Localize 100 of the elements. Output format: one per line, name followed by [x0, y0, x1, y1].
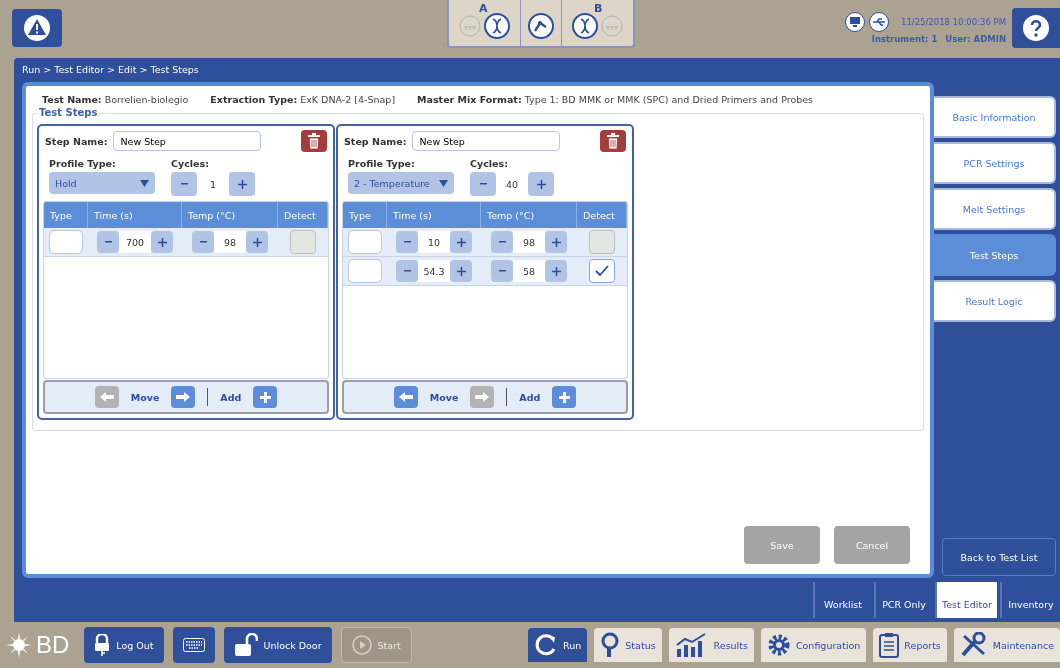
- decrement-button[interactable]: [97, 231, 119, 253]
- unlock-button[interactable]: Unlock Door: [223, 627, 332, 663]
- step-name-field[interactable]: New Step: [113, 131, 262, 151]
- move-label: Move: [429, 391, 459, 403]
- run-nav-button[interactable]: Run: [528, 628, 588, 662]
- section-title: Test Steps: [37, 107, 100, 118]
- help-icon: [1022, 13, 1050, 42]
- maintenance-nav-button[interactable]: Maintenance: [953, 628, 1060, 662]
- heater-icon: [601, 15, 623, 37]
- temp-field[interactable]: 58: [513, 260, 545, 282]
- time-field[interactable]: 10: [418, 231, 450, 253]
- right-arrow-icon: [176, 392, 191, 402]
- right-arrow-icon: [475, 392, 490, 402]
- increment-button[interactable]: [246, 231, 268, 253]
- delete-button[interactable]: [600, 130, 626, 152]
- decrement-button[interactable]: [470, 172, 496, 196]
- cycles-label: Cycles:: [470, 158, 509, 169]
- alert-button[interactable]: [12, 8, 62, 47]
- side-tab[interactable]: Result Logic: [934, 280, 1056, 322]
- temp-field[interactable]: 98: [214, 231, 246, 253]
- caret-icon: [439, 179, 448, 187]
- test-info: Test Name: Borrelien-biolegio: [42, 94, 189, 105]
- reports-nav-button[interactable]: Reports: [873, 628, 947, 662]
- side-tab[interactable]: Basic Information: [934, 96, 1056, 138]
- plus-icon: [536, 179, 546, 189]
- detect-checkbox[interactable]: [290, 230, 316, 254]
- detect-checkbox[interactable]: [589, 230, 615, 254]
- configuration-nav-button[interactable]: Configuration: [760, 628, 867, 662]
- trash-icon: [308, 133, 320, 149]
- type-field[interactable]: [348, 259, 382, 283]
- clipboard-icon: [879, 632, 900, 658]
- increment-button[interactable]: [151, 231, 173, 253]
- plus-icon: [237, 179, 247, 189]
- increment-button[interactable]: [229, 172, 255, 196]
- instrument-label: Instrument: 1: [871, 33, 938, 44]
- plus-icon: [259, 391, 271, 403]
- decrement-button[interactable]: [491, 260, 513, 282]
- increment-button[interactable]: [450, 260, 472, 282]
- plus-icon: [456, 237, 466, 247]
- test-info: Extraction Type: ExK DNA-2 [4-Snap]: [210, 94, 396, 105]
- step-name-label: Step Name:: [344, 135, 407, 147]
- heater-icon: [459, 15, 481, 37]
- time-field[interactable]: 54.3: [418, 260, 450, 282]
- left-arrow-icon: [398, 392, 413, 402]
- increment-button[interactable]: [545, 231, 567, 253]
- plus-icon: [551, 266, 561, 276]
- monitor-icon: [844, 11, 865, 32]
- minus-icon: [479, 183, 487, 185]
- profile-type-dropdown[interactable]: Hold: [49, 172, 155, 194]
- decrement-button[interactable]: [171, 172, 197, 196]
- cycles-label: Cycles:: [171, 158, 210, 169]
- step-name-field[interactable]: New Step: [412, 131, 561, 151]
- side-tab[interactable]: Melt Settings: [934, 188, 1056, 230]
- keyboard-icon: [182, 638, 205, 652]
- type-field[interactable]: [348, 230, 382, 254]
- move-right-button[interactable]: [171, 386, 196, 408]
- minus-icon: [498, 241, 506, 243]
- dna-icon: [484, 13, 510, 39]
- lock-icon: [94, 634, 111, 656]
- results-nav-button[interactable]: Results: [668, 628, 754, 662]
- increment-button[interactable]: [545, 260, 567, 282]
- left-arrow-icon: [99, 392, 114, 402]
- increment-button[interactable]: [528, 172, 554, 196]
- bottom-tab[interactable]: Test Editor: [935, 582, 997, 618]
- usb-icon: [868, 11, 889, 32]
- checkmark-icon: [595, 265, 609, 277]
- decrement-button[interactable]: [396, 260, 418, 282]
- plus-icon: [551, 237, 561, 247]
- minus-icon: [199, 241, 207, 243]
- delete-button[interactable]: [301, 130, 327, 152]
- plus-icon: [456, 266, 466, 276]
- temp-field[interactable]: 98: [513, 231, 545, 253]
- gear-icon: [766, 633, 791, 657]
- add-button[interactable]: [253, 386, 278, 408]
- help-button[interactable]: [1012, 7, 1060, 48]
- detect-checkbox[interactable]: [589, 259, 615, 283]
- side-tab[interactable]: PCR Settings: [934, 142, 1056, 184]
- minus-icon: [104, 241, 112, 243]
- type-field[interactable]: [49, 230, 83, 254]
- minus-icon: [403, 241, 411, 243]
- decrement-button[interactable]: [491, 231, 513, 253]
- profile-type-dropdown[interactable]: 2 - Temperature: [348, 172, 454, 194]
- move-label: Move: [130, 391, 160, 403]
- logout-button[interactable]: Log Out: [84, 627, 164, 663]
- warning-icon: [23, 13, 51, 42]
- plus-icon: [157, 237, 167, 247]
- move-left-button[interactable]: [393, 386, 418, 408]
- status-nav-button[interactable]: Status: [594, 628, 662, 662]
- add-button[interactable]: [552, 386, 577, 408]
- back-button[interactable]: Back to Test List: [942, 538, 1056, 576]
- user-label: User: ADMIN: [945, 33, 1006, 44]
- caret-icon: [140, 179, 149, 187]
- time-field[interactable]: 700: [119, 231, 151, 253]
- keyboard-button[interactable]: [172, 627, 215, 663]
- profile-type-label: Profile Type:: [348, 158, 416, 169]
- decrement-button[interactable]: [396, 231, 418, 253]
- decrement-button[interactable]: [192, 231, 214, 253]
- increment-button[interactable]: [450, 231, 472, 253]
- add-label: Add: [519, 391, 541, 403]
- date-time: 11/25/2018 10:00:36 PM: [900, 16, 1006, 27]
